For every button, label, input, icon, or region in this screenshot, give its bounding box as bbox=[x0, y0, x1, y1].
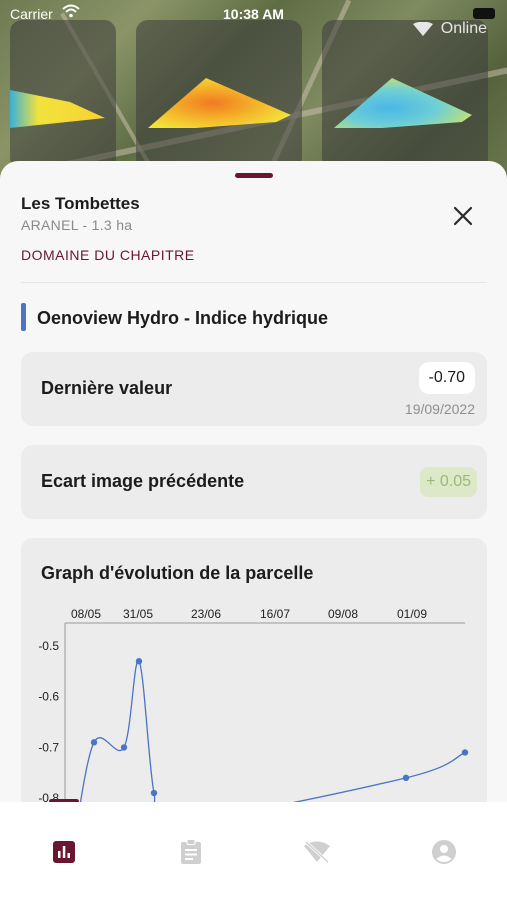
delta-label: Ecart image précédente bbox=[41, 471, 245, 491]
sheet-drag-handle[interactable] bbox=[235, 173, 273, 178]
wifi-off-icon bbox=[304, 840, 330, 864]
parcel-subtitle: ARANEL - 1.3 ha bbox=[21, 217, 133, 233]
online-label: Online bbox=[440, 20, 487, 37]
user-icon bbox=[432, 840, 456, 864]
tab-offline[interactable] bbox=[302, 837, 332, 867]
y-tick-label: -0.6 bbox=[38, 690, 59, 704]
delta-badge: + 0.05 bbox=[420, 467, 477, 497]
wifi-signal-icon bbox=[412, 22, 433, 36]
last-value-date: 19/09/2022 bbox=[404, 401, 475, 417]
data-point[interactable] bbox=[135, 658, 143, 665]
online-indicator: Online bbox=[412, 20, 487, 38]
parcel-thumbnail-2[interactable] bbox=[136, 20, 302, 170]
x-tick-label: 31/05 bbox=[123, 607, 153, 621]
x-tick-label: 09/08 bbox=[328, 607, 358, 621]
y-tick-label: -0.5 bbox=[38, 639, 59, 653]
data-point[interactable] bbox=[402, 774, 410, 782]
last-value-label: Dernière valeur bbox=[41, 378, 173, 398]
section-accent-bar bbox=[21, 303, 26, 331]
x-tick-label: 16/07 bbox=[260, 607, 290, 621]
divider bbox=[21, 282, 487, 283]
last-value-badge: -0.70 bbox=[418, 362, 475, 394]
y-tick-label: -0.7 bbox=[38, 740, 59, 754]
data-point[interactable] bbox=[120, 744, 128, 751]
parcel-thumbnail-1[interactable] bbox=[10, 20, 116, 170]
parcel-name: Les Tombettes bbox=[21, 194, 140, 213]
tab-stats[interactable] bbox=[49, 837, 79, 867]
chart-card: Graph d'évolution de la parcelle 08/05 31… bbox=[21, 538, 487, 821]
parcel-thumbnail-3[interactable] bbox=[322, 20, 488, 170]
close-button[interactable] bbox=[450, 203, 476, 229]
close-icon bbox=[453, 206, 473, 226]
bottom-tab-bar bbox=[0, 802, 507, 900]
x-tick-label: 01/09 bbox=[397, 607, 427, 621]
x-tick-label: 08/05 bbox=[71, 607, 101, 621]
evolution-chart[interactable]: 08/05 31/05 23/06 16/07 09/08 01/09 -0.5 -0.6 -0… bbox=[21, 538, 487, 821]
series-line bbox=[76, 660, 466, 821]
section-title: Oenoview Hydro - Indice hydrique bbox=[37, 308, 329, 328]
bar-chart-icon bbox=[53, 841, 75, 863]
clipboard-icon bbox=[181, 839, 201, 864]
delta-card: Ecart image précédente + 0.05 bbox=[21, 445, 487, 519]
data-point[interactable] bbox=[150, 789, 158, 797]
tab-account[interactable] bbox=[429, 837, 459, 867]
parcel-domain: DOMAINE DU CHAPITRE bbox=[21, 247, 195, 263]
data-point[interactable] bbox=[461, 749, 469, 756]
parcel-detail-sheet: Les Tombettes ARANEL - 1.3 ha DOMAINE DU… bbox=[0, 161, 507, 821]
x-tick-label: 23/06 bbox=[191, 607, 221, 621]
last-value-card: Dernière valeur -0.70 19/09/2022 bbox=[21, 352, 487, 426]
battery-icon bbox=[473, 8, 495, 19]
data-point[interactable] bbox=[90, 739, 98, 746]
tab-notes[interactable] bbox=[176, 837, 206, 867]
